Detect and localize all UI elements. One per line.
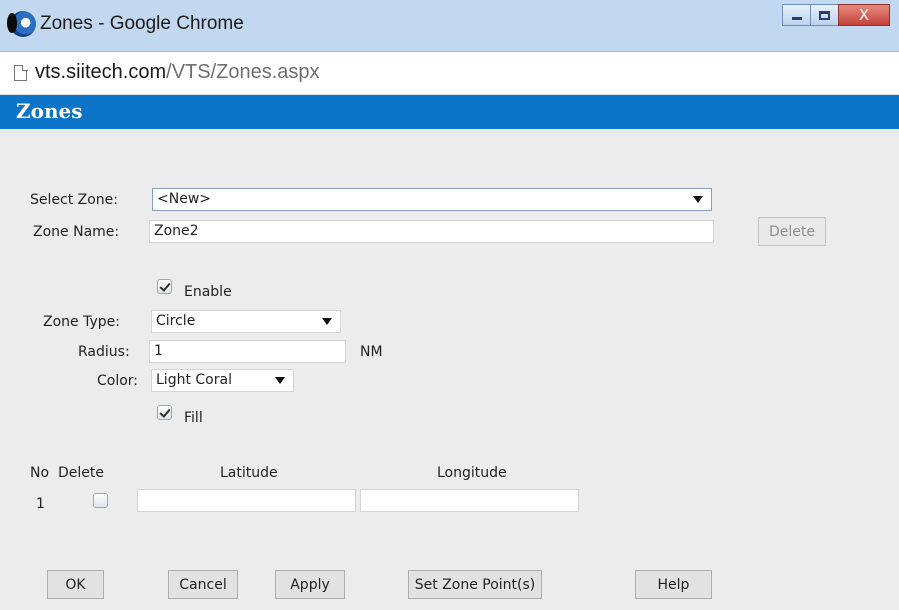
- dropdown-arrow-icon: [322, 318, 332, 325]
- zone-name-value: Zone2: [154, 223, 199, 239]
- address-bar[interactable]: vts.siitech.com/VTS/Zones.aspx: [0, 52, 899, 95]
- enable-label: Enable: [184, 284, 232, 300]
- chrome-app-icon: [7, 11, 36, 37]
- dropdown-arrow-icon: [275, 377, 285, 384]
- table-header-longitude: Longitude: [437, 465, 507, 481]
- minimize-button[interactable]: [782, 4, 811, 26]
- zone-type-dropdown[interactable]: Circle: [151, 310, 341, 333]
- zone-name-label: Zone Name:: [33, 224, 120, 240]
- table-row-no: 1: [36, 496, 45, 512]
- select-zone-dropdown[interactable]: <New>: [152, 188, 712, 211]
- page-icon: [14, 64, 28, 81]
- color-dropdown[interactable]: Light Coral: [151, 369, 294, 392]
- zone-type-value: Circle: [156, 313, 196, 329]
- color-value: Light Coral: [156, 372, 232, 388]
- color-label: Color:: [97, 373, 139, 389]
- latitude-input[interactable]: [137, 489, 356, 512]
- url-path: /VTS/Zones.aspx: [166, 61, 320, 83]
- table-header-no: No: [30, 465, 50, 481]
- fill-label: Fill: [184, 410, 203, 426]
- cancel-button[interactable]: Cancel: [168, 570, 238, 599]
- dropdown-arrow-icon: [693, 196, 703, 203]
- zone-name-input[interactable]: Zone2: [149, 220, 714, 243]
- close-icon: X: [858, 6, 870, 24]
- maximize-icon: [819, 10, 830, 20]
- url-host: vts.siitech.com: [35, 61, 167, 83]
- longitude-input[interactable]: [360, 489, 579, 512]
- table-header-delete: Delete: [58, 465, 104, 481]
- zone-type-label: Zone Type:: [43, 314, 120, 330]
- page-header: Zones: [0, 95, 899, 129]
- window-titlebar: Zones - Google Chrome X: [0, 0, 899, 52]
- fill-checkbox[interactable]: [157, 405, 172, 420]
- radius-unit-label: NM: [360, 344, 383, 360]
- row-delete-checkbox[interactable]: [93, 493, 108, 508]
- maximize-button[interactable]: [810, 4, 839, 26]
- page-title: Zones: [16, 99, 83, 123]
- radius-value: 1: [154, 343, 163, 359]
- close-button[interactable]: X: [838, 4, 890, 26]
- select-zone-value: <New>: [157, 191, 211, 207]
- url-text: vts.siitech.com/VTS/Zones.aspx: [35, 61, 320, 84]
- apply-button[interactable]: Apply: [275, 570, 345, 599]
- table-header-latitude: Latitude: [220, 465, 278, 481]
- ok-button[interactable]: OK: [47, 570, 104, 599]
- delete-zone-button[interactable]: Delete: [758, 217, 826, 246]
- zone-form: Select Zone: <New> Zone Name: Zone2 Dele…: [0, 129, 899, 610]
- help-button[interactable]: Help: [635, 570, 712, 599]
- select-zone-label: Select Zone:: [30, 192, 118, 208]
- set-zone-points-button[interactable]: Set Zone Point(s): [408, 570, 542, 599]
- radius-label: Radius:: [78, 344, 130, 360]
- window-controls: X: [782, 4, 890, 26]
- enable-checkbox[interactable]: [157, 279, 172, 294]
- radius-input[interactable]: 1: [149, 340, 346, 363]
- window-title: Zones - Google Chrome: [40, 13, 244, 34]
- minimize-icon: [791, 17, 802, 20]
